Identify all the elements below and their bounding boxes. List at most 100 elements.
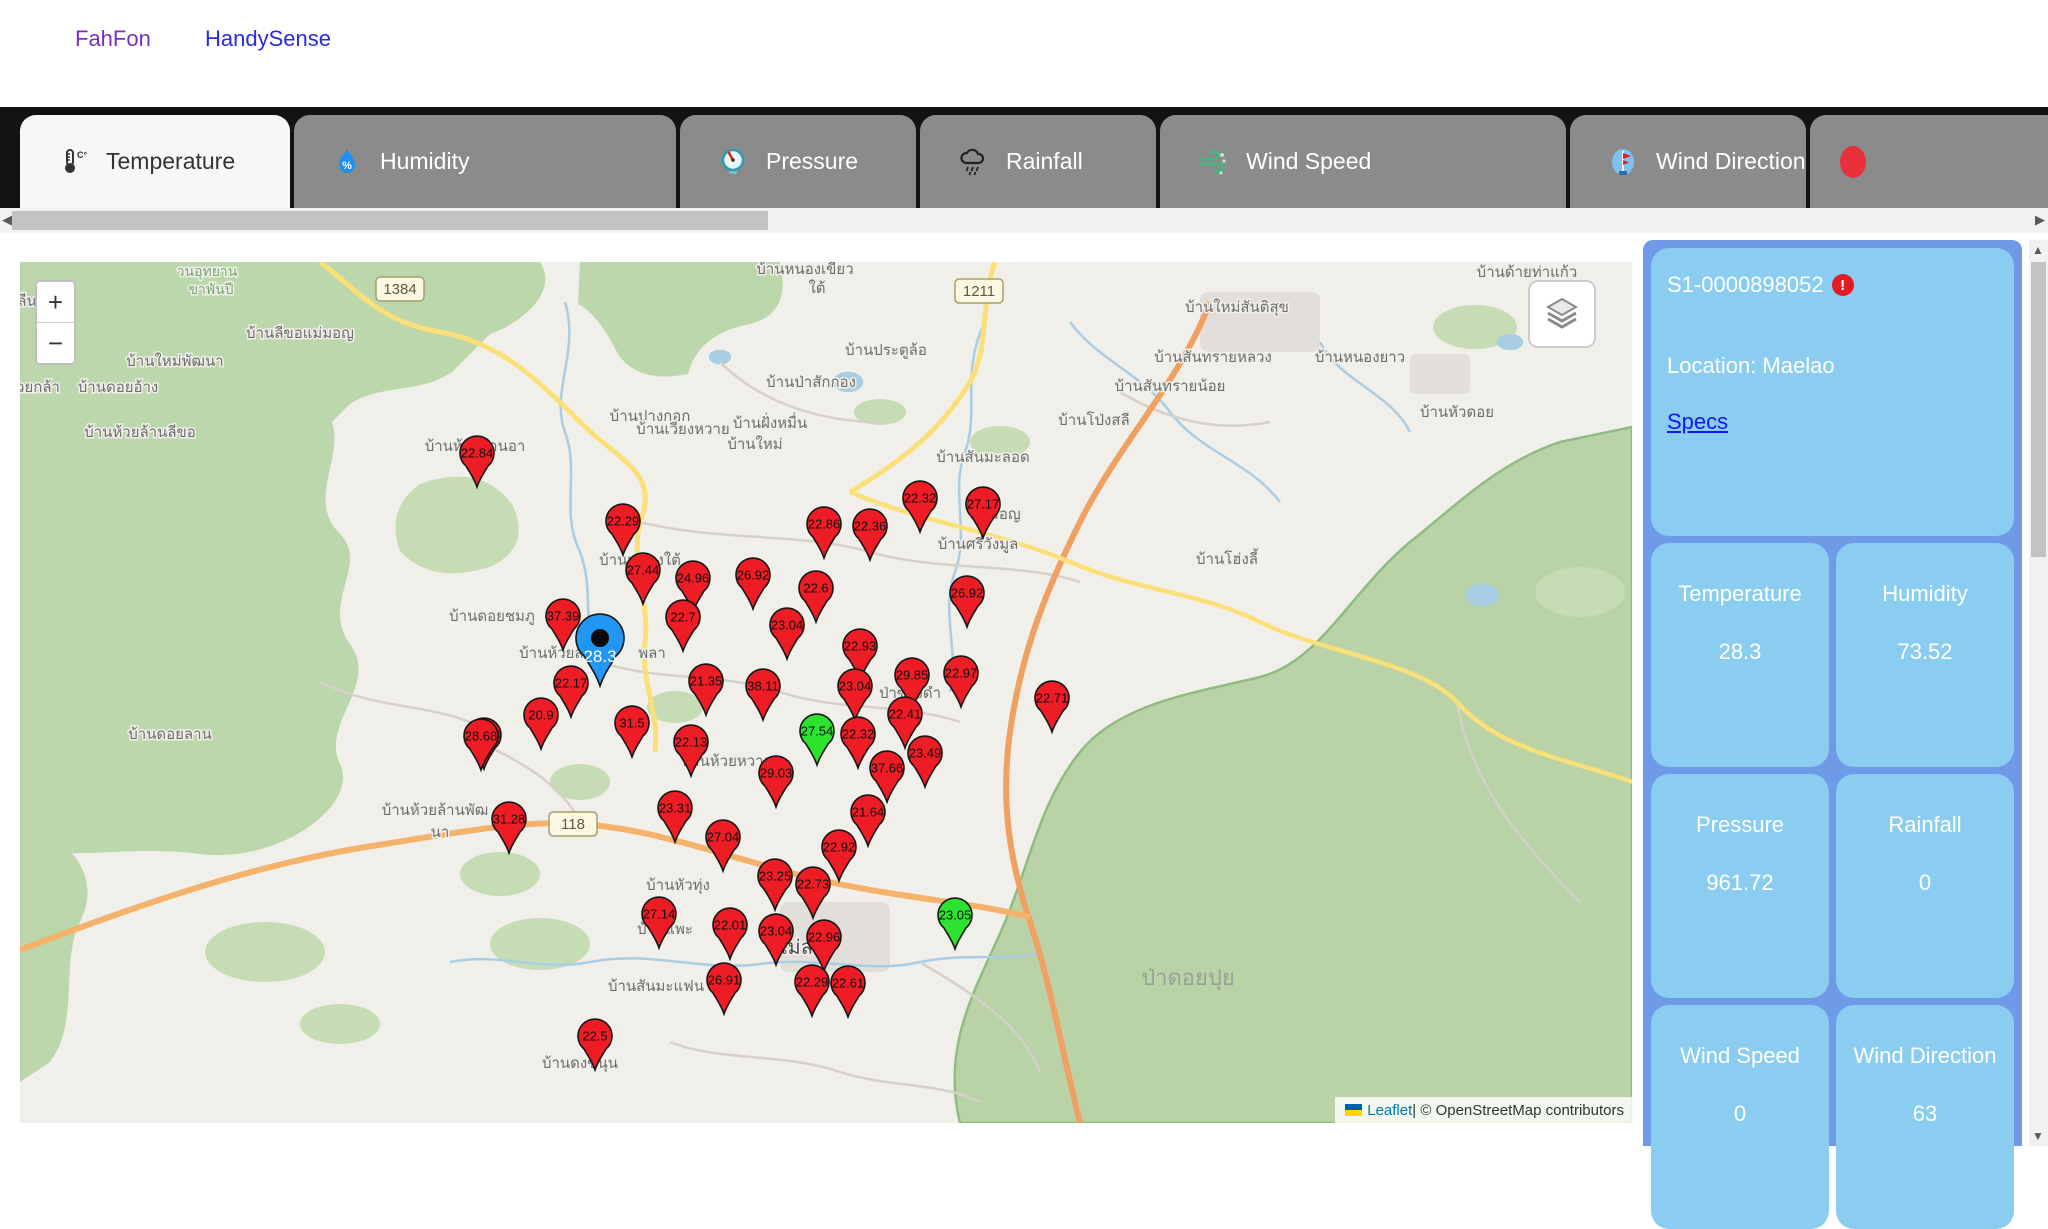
tab-extra[interactable]: [1810, 115, 2048, 208]
layers-icon: [1542, 294, 1582, 334]
tab-label: Wind Speed: [1246, 148, 1371, 175]
svg-text:24.96: 24.96: [677, 571, 710, 586]
map-marker-red[interactable]: 29.03: [759, 756, 793, 807]
map-marker-red[interactable]: 26.92: [736, 558, 770, 609]
tab-wind-speed[interactable]: Wind Speed: [1160, 115, 1566, 208]
metric-card-wind-direction: Wind Direction 63: [1836, 1005, 2014, 1229]
zoom-in-button[interactable]: +: [37, 282, 74, 322]
tab-pressure[interactable]: Pressure: [680, 115, 916, 208]
svg-text:22.13: 22.13: [675, 735, 708, 750]
tab-temperature[interactable]: C° Temperature: [20, 115, 290, 208]
map-marker-red[interactable]: 22.29: [795, 965, 829, 1016]
map-place-label: บ้านดอยอ้าง: [78, 379, 159, 396]
metric-card-pressure: Pressure961.72: [1651, 774, 1829, 998]
map-place-label: บ้านป่าสักกอง: [766, 374, 856, 391]
svg-text:26.92: 26.92: [951, 586, 984, 601]
svg-text:C°: C°: [77, 150, 87, 160]
svg-text:23.25: 23.25: [759, 869, 792, 884]
map-marker-green[interactable]: 23.05: [938, 898, 972, 949]
svg-text:38.11: 38.11: [747, 679, 779, 694]
map-marker-red[interactable]: 21.64: [851, 795, 885, 846]
map-marker-red[interactable]: 22.7: [666, 600, 700, 651]
map-marker-red[interactable]: 22.36: [853, 509, 887, 560]
map-place-label: วยกล้า: [20, 379, 60, 396]
metric-label: Wind Direction: [1853, 1043, 1996, 1069]
metric-label: Pressure: [1696, 812, 1784, 838]
horizontal-scrollbar-thumb[interactable]: [12, 211, 768, 230]
sensor-location: Location: Maelao: [1667, 353, 1998, 379]
road-shield: 118: [549, 812, 597, 836]
vertical-scrollbar-thumb[interactable]: [2031, 262, 2046, 557]
map-place-label: วนอุทยาน: [177, 263, 238, 280]
map-place-label: ขาพันปี: [188, 281, 233, 297]
zoom-out-button[interactable]: −: [37, 322, 74, 363]
scroll-right-arrow-icon[interactable]: ▶: [2035, 212, 2045, 228]
map-marker-red[interactable]: 22.97: [944, 656, 978, 707]
scroll-left-arrow-icon[interactable]: ◀: [2, 212, 12, 228]
map-marker-green[interactable]: 27.54: [800, 714, 834, 765]
leaflet-link[interactable]: Leaflet: [1367, 1102, 1412, 1119]
map-marker-red[interactable]: 20.9: [524, 698, 558, 749]
svg-text:21.64: 21.64: [852, 805, 885, 820]
map-marker-red[interactable]: 22.61: [831, 966, 865, 1017]
metric-value: 73.52: [1897, 639, 1952, 665]
tab-wind-direction[interactable]: Wind Direction: [1570, 115, 1806, 208]
map-marker-red[interactable]: 37.66: [870, 751, 904, 802]
map-marker-red[interactable]: 27.14: [642, 897, 676, 948]
svg-text:22.97: 22.97: [945, 666, 978, 681]
nav-link-fahfon[interactable]: FahFon: [75, 26, 151, 52]
map-marker-red[interactable]: 22.86: [807, 507, 841, 558]
horizontal-scrollbar[interactable]: ◀ ▶: [0, 208, 2048, 233]
map-marker-red[interactable]: 27.44: [626, 553, 660, 604]
map-marker-red[interactable]: 22.6: [799, 571, 833, 622]
map-marker-red[interactable]: 23.04: [770, 608, 804, 659]
map-canvas[interactable]: วนอุทยานขาพันปีลืนบ้านลีขอแม่มอญบ้านใหม่…: [20, 262, 1632, 1123]
tab-rainfall[interactable]: Rainfall: [920, 115, 1156, 208]
nav-link-handysense[interactable]: HandySense: [205, 26, 331, 52]
map-marker-red[interactable]: 37.39: [546, 599, 580, 650]
svg-text:23.05: 23.05: [939, 908, 972, 923]
scroll-up-arrow-icon[interactable]: ▲: [2032, 243, 2044, 257]
map-marker-red[interactable]: 28.68: [464, 719, 498, 770]
map-marker-red[interactable]: 26.91: [707, 963, 741, 1014]
tab-label: Temperature: [106, 148, 235, 175]
scroll-down-arrow-icon[interactable]: ▼: [2032, 1129, 2044, 1143]
map-attribution: Leaflet | © OpenStreetMap contributors: [1335, 1097, 1632, 1123]
svg-text:23.49: 23.49: [909, 746, 942, 761]
metric-value: 63: [1913, 1101, 1937, 1127]
svg-text:23.04: 23.04: [760, 924, 793, 939]
map-marker-red[interactable]: 26.92: [950, 576, 984, 627]
wind-icon: [1196, 145, 1230, 179]
map-marker-red[interactable]: 31.5: [615, 706, 649, 757]
vertical-scrollbar[interactable]: ▲ ▼: [2029, 240, 2048, 1146]
map-marker-red[interactable]: 38.11: [746, 669, 780, 720]
map-zoom-control: + −: [35, 280, 76, 365]
metric-value: 28.3: [1719, 639, 1762, 665]
map-marker-red[interactable]: 22.17: [554, 666, 588, 717]
gauge-icon: [716, 145, 750, 179]
svg-text:22.36: 22.36: [854, 519, 887, 534]
layers-control-button[interactable]: [1528, 280, 1596, 348]
leaflet-map[interactable]: วนอุทยานขาพันปีลืนบ้านลีขอแม่มอญบ้านใหม่…: [20, 262, 1632, 1123]
map-place-label: นา: [431, 824, 450, 841]
map-marker-red[interactable]: 22.32: [903, 481, 937, 532]
svg-text:31.28: 31.28: [493, 812, 526, 827]
map-place-label: บ้านดงขนุน: [542, 1055, 618, 1073]
map-marker-red[interactable]: 27.04: [706, 820, 740, 871]
map-marker-red[interactable]: 22.01: [713, 908, 747, 959]
map-marker-red[interactable]: 31.28: [492, 802, 526, 853]
specs-link[interactable]: Specs: [1667, 409, 1728, 435]
map-marker-red[interactable]: 22.71: [1035, 681, 1069, 732]
svg-text:23.04: 23.04: [771, 618, 804, 633]
map-marker-red[interactable]: 23.49: [908, 736, 942, 787]
metric-card-rainfall: Rainfall0: [1836, 774, 2014, 998]
map-marker-red[interactable]: 23.04: [838, 669, 872, 720]
metric-label: Wind Speed: [1680, 1043, 1800, 1069]
map-marker-red[interactable]: 23.31: [658, 791, 692, 842]
sensor-id: S1-0000898052: [1667, 272, 1824, 298]
tab-humidity[interactable]: %Humidity: [294, 115, 676, 208]
metric-label: Humidity: [1882, 581, 1968, 607]
metric-card-wind-speed: Wind Speed0: [1651, 1005, 1829, 1229]
svg-text:22.61: 22.61: [832, 976, 865, 991]
metric-card-temperature: Temperature28.3: [1651, 543, 1829, 767]
